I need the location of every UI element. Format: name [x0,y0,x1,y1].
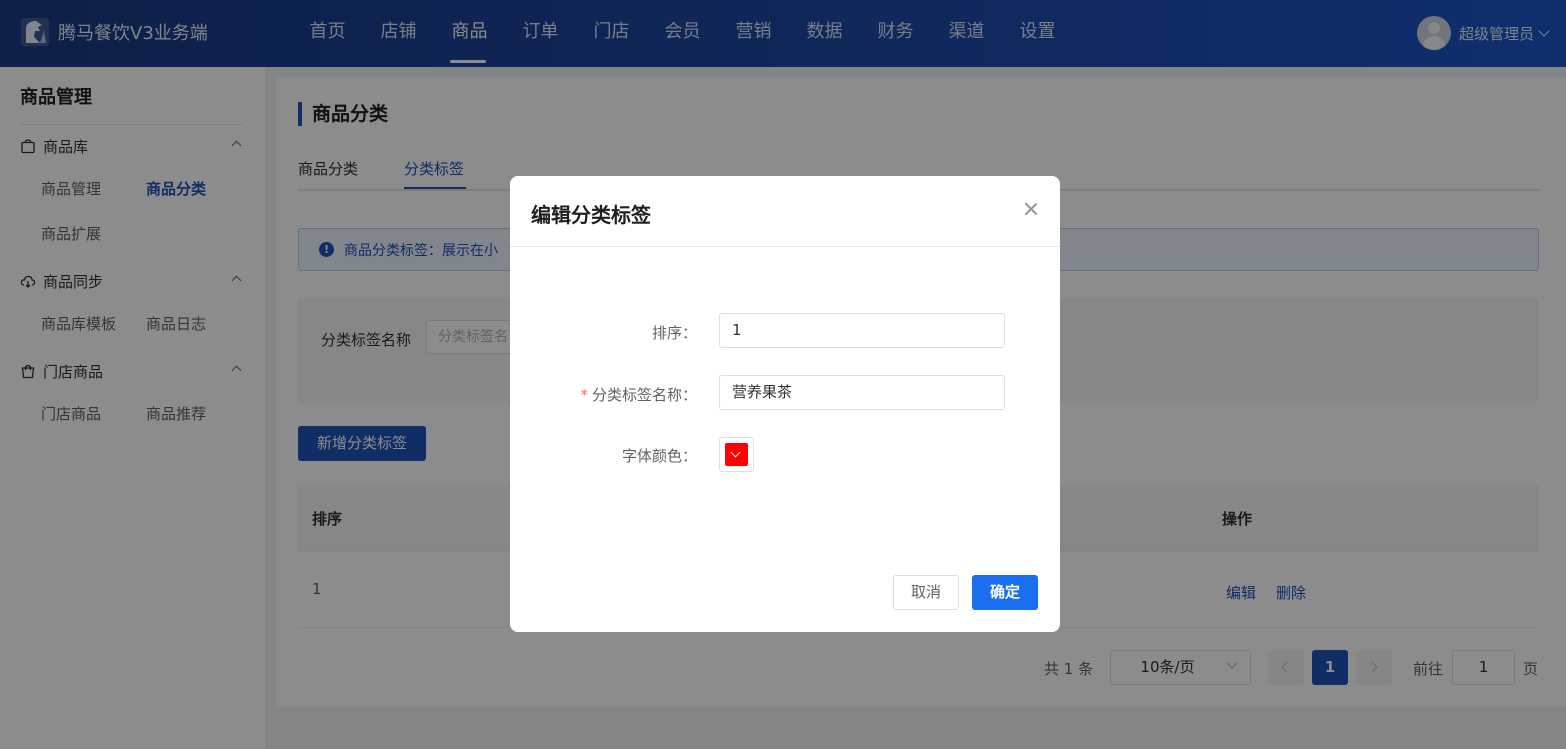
tag-name-input[interactable]: 营养果茶 [719,375,1005,410]
color-swatch [725,443,748,466]
dialog-divider [510,246,1060,247]
sort-label-text: 排序： [651,324,697,342]
tag-name-label: * 分类标签名称： [580,384,697,405]
font-color-label: 字体颜色： [622,445,697,466]
sort-label: 排序： [652,322,697,343]
close-icon[interactable] [1024,202,1038,216]
required-mark: * [580,386,588,404]
sort-input[interactable]: 1 [719,313,1005,348]
font-color-label-text: 字体颜色： [621,447,697,465]
cancel-button[interactable]: 取消 [893,575,959,610]
edit-category-tag-dialog: 编辑分类标签 排序： 1 * 分类标签名称： 营养果茶 字体颜色： 取消 确定 [510,176,1060,632]
font-color-picker[interactable] [719,437,754,472]
confirm-button[interactable]: 确定 [972,575,1038,610]
tag-name-label-text: 分类标签名称： [591,386,697,404]
dialog-title: 编辑分类标签 [531,203,651,227]
chevron-down-icon [730,447,741,458]
